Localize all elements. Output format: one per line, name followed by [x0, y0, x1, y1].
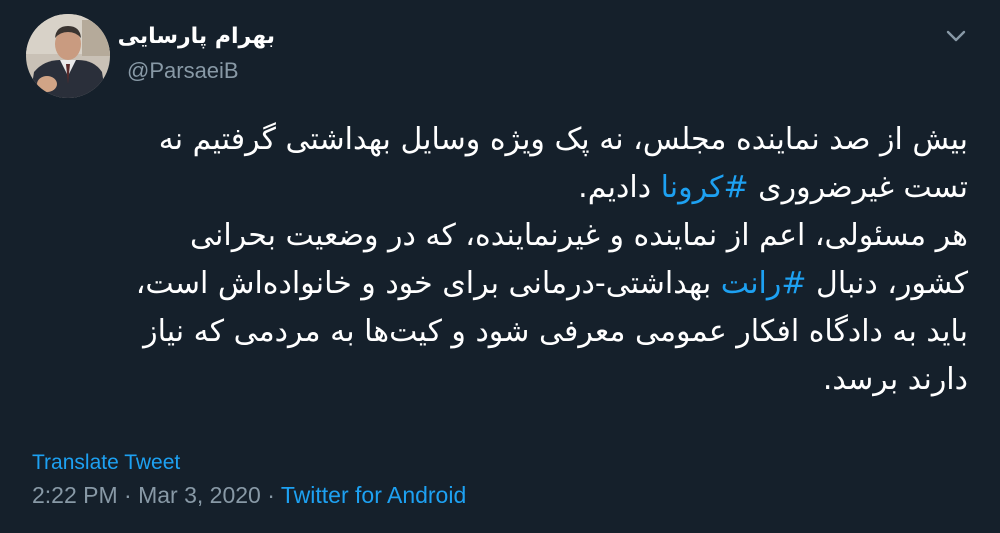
author-display-name[interactable]: بهرام پارسایی	[118, 24, 275, 49]
tweet-menu-button[interactable]	[940, 20, 972, 52]
tweet-text-line: دارند برسد.	[32, 356, 968, 404]
tweet-text-segment: بیش از صد نماینده مجلس، نه پک ویژه وسایل…	[158, 122, 968, 157]
tweet-text-segment: دارند برسد.	[822, 362, 968, 397]
tweet-text-segment: هر مسئولی، اعم از نماینده و غیرنماینده، …	[190, 218, 968, 253]
tweet-card: بهرام پارسایی @ParsaeiB بیش از صد نمایند…	[0, 0, 1000, 533]
avatar[interactable]	[26, 14, 110, 98]
translate-tweet-link[interactable]: Translate Tweet	[32, 451, 180, 475]
tweet-text-segment: تست غیرضروری	[748, 170, 968, 205]
tweet-text-line: بیش از صد نماینده مجلس، نه پک ویژه وسایل…	[32, 116, 968, 164]
tweet-text-line: هر مسئولی، اعم از نماینده و غیرنماینده، …	[32, 212, 968, 260]
hashtag-link[interactable]: #کرونا	[661, 170, 749, 205]
chevron-down-icon	[946, 30, 966, 42]
tweet-text-line: تست غیرضروری #کرونا دادیم.	[32, 164, 968, 212]
tweet-metadata: 2:22 PM · Mar 3, 2020 · Twitter for Andr…	[32, 482, 466, 509]
hashtag-link[interactable]: #رانت	[721, 266, 807, 301]
tweet-text-segment: دادیم.	[578, 170, 661, 205]
tweet-source-link[interactable]: Twitter for Android	[281, 482, 466, 508]
tweet-text-segment: باید به دادگاه افکار عمومی معرفی شود و ک…	[143, 314, 968, 349]
meta-separator: ·	[117, 482, 139, 508]
tweet-text-line: باید به دادگاه افکار عمومی معرفی شود و ک…	[32, 308, 968, 356]
tweet-text-line: کشور، دنبال #رانت بهداشتی-درمانی برای خو…	[32, 260, 968, 308]
tweet-text-segment: بهداشتی-درمانی برای خود و خانواده‌اش است…	[135, 266, 721, 301]
tweet-text-segment: کشور، دنبال	[806, 266, 968, 301]
tweet-time[interactable]: 2:22 PM	[32, 482, 118, 508]
tweet-text: بیش از صد نماینده مجلس، نه پک ویژه وسایل…	[32, 116, 968, 404]
profile-photo-icon	[26, 14, 110, 98]
tweet-date[interactable]: Mar 3, 2020	[138, 482, 261, 508]
author-handle[interactable]: @ParsaeiB	[127, 58, 239, 84]
meta-separator: ·	[260, 482, 281, 508]
